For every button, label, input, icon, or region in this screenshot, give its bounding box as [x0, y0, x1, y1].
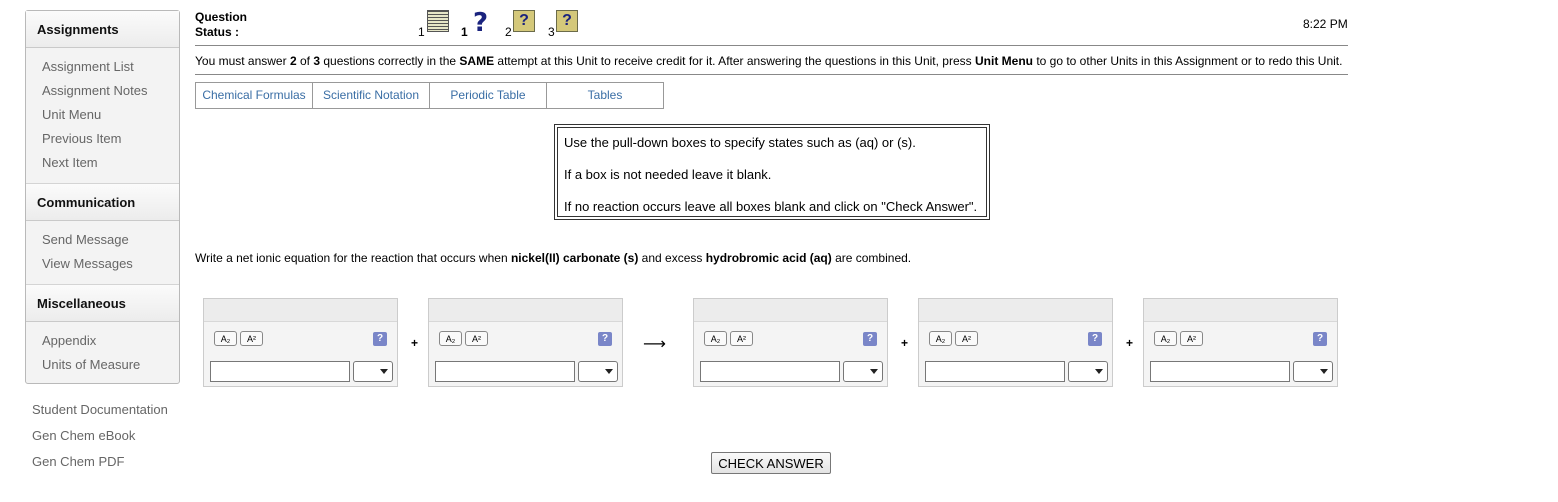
- subscript-button[interactable]: A₂: [214, 331, 237, 346]
- reactant-box-1: A₂ A² ?: [203, 298, 398, 387]
- question-status-label: Question Status :: [195, 10, 247, 40]
- chevron-down-icon: [380, 369, 388, 374]
- divider: [195, 74, 1348, 75]
- sidebar-item-unit-menu[interactable]: Unit Menu: [26, 103, 179, 127]
- formula-input[interactable]: [700, 361, 840, 382]
- superscript-button[interactable]: A²: [1180, 331, 1203, 346]
- instructions-box: Use the pull-down boxes to specify state…: [554, 124, 990, 220]
- tab-scientific-notation[interactable]: Scientific Notation: [313, 83, 430, 108]
- product-box-3: A₂ A² ?: [1143, 298, 1338, 387]
- superscript-button[interactable]: A²: [465, 331, 488, 346]
- superscript-button[interactable]: A²: [955, 331, 978, 346]
- state-select[interactable]: [1068, 361, 1108, 382]
- sidebar-nav: Assignments Assignment List Assignment N…: [25, 10, 180, 384]
- clock-time: 8:22 PM: [1303, 17, 1348, 31]
- superscript-button[interactable]: A²: [240, 331, 263, 346]
- help-button[interactable]: ?: [373, 332, 387, 346]
- help-icon[interactable]: ?: [556, 10, 578, 32]
- help-icon[interactable]: ?: [513, 10, 535, 32]
- instruction-line: If no reaction occurs leave all boxes bl…: [564, 199, 978, 214]
- reactant-box-2: A₂ A² ?: [428, 298, 623, 387]
- link-gen-chem-ebook[interactable]: Gen Chem eBook: [32, 423, 168, 449]
- chevron-down-icon: [870, 369, 878, 374]
- sidebar-item-appendix[interactable]: Appendix: [26, 329, 179, 353]
- question-prompt: Write a net ionic equation for the react…: [195, 251, 912, 265]
- formula-input[interactable]: [925, 361, 1065, 382]
- sidebar-item-units-of-measure[interactable]: Units of Measure: [26, 353, 179, 377]
- list-icon[interactable]: [427, 10, 449, 32]
- state-select[interactable]: [843, 361, 883, 382]
- question-mark-icon[interactable]: ?: [473, 10, 495, 36]
- check-answer-button[interactable]: CHECK ANSWER: [711, 452, 831, 474]
- subscript-button[interactable]: A₂: [929, 331, 952, 346]
- help-button[interactable]: ?: [1088, 332, 1102, 346]
- sidebar-heading-assignments: Assignments: [26, 11, 179, 48]
- instruction-line: Use the pull-down boxes to specify state…: [564, 135, 916, 150]
- sidebar-item-send-message[interactable]: Send Message: [26, 228, 179, 252]
- subscript-button[interactable]: A₂: [439, 331, 462, 346]
- link-gen-chem-pdf[interactable]: Gen Chem PDF: [32, 449, 168, 475]
- help-button[interactable]: ?: [1313, 332, 1327, 346]
- tab-tables[interactable]: Tables: [547, 83, 663, 108]
- question-status-line2: Status :: [195, 25, 240, 39]
- extra-links: Student Documentation Gen Chem eBook Gen…: [32, 397, 168, 475]
- sidebar-item-assignment-list[interactable]: Assignment List: [26, 55, 179, 79]
- tab-chemical-formulas[interactable]: Chemical Formulas: [196, 83, 313, 108]
- formula-input[interactable]: [210, 361, 350, 382]
- superscript-button[interactable]: A²: [730, 331, 753, 346]
- product-box-2: A₂ A² ?: [918, 298, 1113, 387]
- divider: [195, 45, 1348, 46]
- sidebar-item-previous-item[interactable]: Previous Item: [26, 127, 179, 151]
- sidebar-heading-communication: Communication: [26, 183, 179, 221]
- credit-notice: You must answer 2 of 3 questions correct…: [195, 54, 1343, 68]
- link-student-documentation[interactable]: Student Documentation: [32, 397, 168, 423]
- state-select[interactable]: [1293, 361, 1333, 382]
- formula-input[interactable]: [1150, 361, 1290, 382]
- reaction-arrow: ⟶: [643, 334, 666, 353]
- help-button[interactable]: ?: [863, 332, 877, 346]
- sidebar-item-view-messages[interactable]: View Messages: [26, 252, 179, 276]
- sidebar-item-next-item[interactable]: Next Item: [26, 151, 179, 175]
- plus-sign: +: [1126, 336, 1134, 350]
- state-select[interactable]: [353, 361, 393, 382]
- chevron-down-icon: [1320, 369, 1328, 374]
- plus-sign: +: [411, 336, 419, 350]
- question-status-line1: Question: [195, 10, 248, 24]
- sidebar-item-assignment-notes[interactable]: Assignment Notes: [26, 79, 179, 103]
- formula-input[interactable]: [435, 361, 575, 382]
- plus-sign: +: [901, 336, 909, 350]
- subscript-button[interactable]: A₂: [1154, 331, 1177, 346]
- state-select[interactable]: [578, 361, 618, 382]
- help-button[interactable]: ?: [598, 332, 612, 346]
- instruction-line: If a box is not needed leave it blank.: [564, 167, 772, 182]
- subscript-button[interactable]: A₂: [704, 331, 727, 346]
- chevron-down-icon: [605, 369, 613, 374]
- chevron-down-icon: [1095, 369, 1103, 374]
- tab-periodic-table[interactable]: Periodic Table: [430, 83, 547, 108]
- sidebar-heading-miscellaneous: Miscellaneous: [26, 284, 179, 322]
- product-box-1: A₂ A² ?: [693, 298, 888, 387]
- reference-tabs: Chemical Formulas Scientific Notation Pe…: [195, 82, 664, 109]
